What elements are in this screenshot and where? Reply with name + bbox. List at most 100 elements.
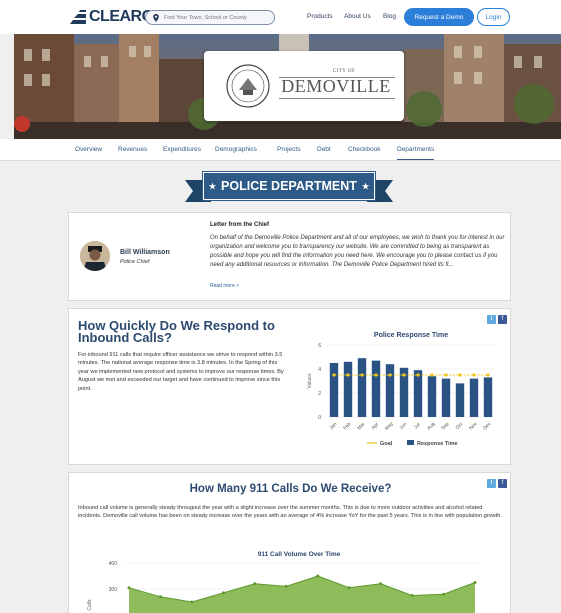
call-volume-point [347, 586, 351, 590]
x-tick-label: Mar [356, 421, 366, 431]
call-volume-point [221, 591, 225, 595]
nav-blog[interactable]: Blog [383, 13, 396, 20]
legend-response-label: Response Time [417, 441, 458, 447]
chart-title: 911 Call Volume Over Time [258, 551, 341, 558]
goal-point [388, 373, 392, 377]
response-heading: How Quickly Do We Respond to Inbound Cal… [78, 319, 275, 345]
department-title: POLICE DEPARTMENT [221, 179, 357, 193]
bar-response-time [343, 361, 353, 417]
goal-point [332, 373, 336, 377]
search-bar[interactable] [145, 10, 275, 25]
x-tick-label: Nov [468, 421, 479, 432]
bar-response-time [469, 378, 479, 417]
request-demo-button[interactable]: Request a Demo [404, 8, 474, 26]
divider-bottom [279, 98, 395, 99]
letter-title: Letter from the Chief [210, 222, 270, 228]
city-seal-icon [226, 64, 270, 108]
y-tick-label: 300 [109, 587, 118, 593]
city-name: DEMOVILLE [281, 76, 391, 96]
calls-paragraph: Inbound call volume is generally steady … [78, 505, 502, 520]
bar-response-time [455, 383, 465, 417]
y-axis-label: Values [307, 373, 313, 388]
call-volume-point [190, 600, 194, 604]
response-time-chart: Police Response Time Values 0 2 4 6 Jan Feb Mar A… [307, 332, 495, 447]
goal-point [472, 373, 476, 377]
bar-response-time [357, 358, 367, 417]
banner-title-box: ★ POLICE DEPARTMENT ★ [202, 171, 376, 201]
facebook-share-icon[interactable]: f [498, 315, 507, 324]
twitter-share-icon[interactable]: t [487, 479, 496, 488]
x-tick-label: May [384, 421, 395, 432]
tab-overview[interactable]: Overview [75, 146, 102, 153]
goal-point [402, 373, 406, 377]
nav-about-us[interactable]: About Us [344, 13, 371, 20]
x-tick-label: Feb [342, 421, 352, 431]
response-heading-line2: Inbound Calls? [78, 330, 172, 345]
bar-response-time [427, 376, 437, 417]
chief-title: Police Chief [120, 259, 150, 265]
call-volume-point [410, 594, 414, 597]
y-tick-label: 400 [109, 561, 118, 567]
x-tick-label: Apr [371, 421, 381, 431]
y-tick-label: 4 [318, 367, 321, 373]
city-logo-card: CITY OF DEMOVILLE [204, 51, 404, 121]
tab-projects[interactable]: Projects [277, 146, 300, 153]
logo-mark-icon [70, 10, 86, 24]
x-tick-label: Jun [398, 421, 408, 431]
call-volume-point [253, 582, 257, 586]
legend-goal-label: Goal [380, 441, 393, 447]
chart-title: Police Response Time [374, 332, 448, 339]
call-volume-chart: 911 Call Volume Over Time Calls 300 400 [87, 551, 480, 613]
bar-response-time [413, 370, 423, 417]
letter-body: On behalf of the Demoville Police Depart… [210, 235, 505, 268]
goal-point [444, 373, 448, 377]
tab-checkbook[interactable]: Checkbook [348, 146, 381, 153]
goal-point [416, 373, 420, 377]
y-tick-label: 2 [318, 391, 321, 397]
goal-point [486, 373, 490, 377]
department-banner: ★ POLICE DEPARTMENT ★ [185, 171, 393, 204]
y-axis-label: Calls [87, 599, 93, 611]
chief-name: Bill Williamson [120, 249, 170, 256]
x-tick-label: Oct [455, 421, 465, 431]
bar-response-time [483, 377, 493, 417]
y-tick-label: 0 [318, 415, 321, 421]
response-paragraph: For inbound 911 calls that require offic… [78, 352, 284, 392]
tab-demographics[interactable]: Demographics [215, 146, 257, 153]
x-tick-label: Jan [328, 421, 338, 431]
twitter-share-icon[interactable]: t [487, 315, 496, 324]
city-of-label: CITY OF [332, 69, 356, 74]
bar-response-time [329, 363, 339, 417]
x-tick-label: Jul [413, 422, 422, 431]
tab-debt[interactable]: Debt [317, 146, 331, 153]
star-icon: ★ [361, 181, 370, 191]
bar-response-time [371, 360, 381, 417]
bar-response-time [441, 378, 451, 417]
call-volume-point [158, 595, 162, 599]
x-tick-label: Sep [440, 421, 451, 432]
tab-revenues[interactable]: Revenues [118, 146, 147, 153]
call-volume-point [473, 581, 477, 584]
call-volume-point [442, 592, 446, 596]
call-volume-point [284, 584, 288, 588]
top-navigation-bar: CLEARGOV Products About Us Blog Request … [0, 0, 561, 34]
x-tick-label: Dec [482, 421, 493, 432]
chief-avatar [80, 241, 110, 271]
goal-point [360, 373, 364, 377]
login-button[interactable]: Login [477, 8, 510, 26]
y-tick-label: 6 [318, 343, 321, 349]
goal-point [430, 373, 434, 377]
legend-response-swatch [407, 440, 414, 445]
section-tabs: Overview Revenues Expenditures Demograph… [0, 139, 561, 161]
search-input[interactable] [164, 14, 272, 21]
tab-expenditures[interactable]: Expenditures [163, 146, 201, 153]
response-time-panel: How Quickly Do We Respond to Inbound Cal… [68, 308, 511, 465]
nav-products[interactable]: Products [307, 13, 333, 20]
chief-letter-panel: Bill Williamson Police Chief Letter from… [68, 212, 511, 301]
bar-response-time [385, 364, 395, 417]
tab-departments[interactable]: Departments [397, 146, 435, 160]
read-more-link[interactable]: Read more > [210, 283, 239, 289]
hero-banner: CITY OF DEMOVILLE [14, 34, 561, 139]
call-volume-point [127, 586, 131, 590]
facebook-share-icon[interactable]: f [498, 479, 507, 488]
